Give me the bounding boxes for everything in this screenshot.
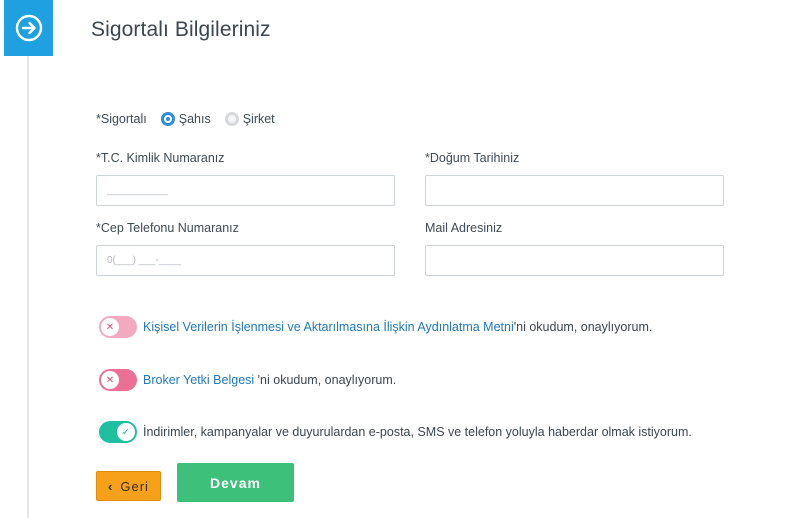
page-title: Sigortalı Bilgileriniz — [91, 18, 271, 41]
tc-id-input[interactable] — [96, 175, 395, 206]
broker-link[interactable]: Broker Yetki Belgesi — [143, 373, 254, 387]
kvkk-toggle[interactable]: ✕ — [99, 316, 137, 338]
phone-label: *Cep Telefonu Numaranız — [96, 221, 239, 235]
marketing-text: İndirimler, kampanyalar ve duyurulardan … — [143, 425, 692, 439]
close-icon: ✕ — [101, 318, 119, 336]
phone-input[interactable] — [96, 245, 395, 276]
radio-individual[interactable]: Şahıs — [160, 112, 211, 126]
radio-selected-icon[interactable] — [160, 112, 175, 126]
mail-input[interactable] — [425, 245, 724, 276]
insured-type-group: *Sigortalı Şahıs Şirket — [96, 109, 289, 129]
step-timeline-line — [27, 56, 29, 518]
broker-text: 'ni okudum, onaylıyorum. — [254, 373, 397, 387]
radio-individual-label: Şahıs — [178, 112, 211, 126]
consent-row-broker: ✕ Broker Yetki Belgesi 'ni okudum, onayl… — [99, 369, 396, 391]
consent-row-kvkk: ✕ Kişisel Verilerin İşlenmesi ve Aktarıl… — [99, 316, 652, 338]
radio-company[interactable]: Şirket — [224, 112, 275, 126]
arrow-right-circle-icon — [15, 14, 42, 42]
close-icon: ✕ — [101, 371, 119, 389]
next-button[interactable]: Devam — [177, 463, 294, 502]
kvkk-text: 'ni okudum, onaylıyorum. — [513, 320, 653, 334]
broker-toggle[interactable]: ✕ — [99, 369, 137, 391]
next-button-label: Devam — [210, 474, 261, 491]
back-button-label: Geri — [120, 478, 149, 494]
chevron-left-icon: ‹ — [108, 478, 114, 494]
kvkk-link[interactable]: Kişisel Verilerin İşlenmesi ve Aktarılma… — [143, 320, 514, 334]
birth-date-input[interactable] — [425, 175, 724, 206]
radio-company-label: Şirket — [242, 112, 275, 126]
consent-row-marketing: ✓ İndirimler, kampanyalar ve duyurularda… — [99, 421, 692, 443]
tc-id-label: *T.C. Kimlik Numaranız — [96, 151, 225, 165]
marketing-toggle[interactable]: ✓ — [99, 421, 137, 443]
step-badge — [4, 0, 53, 56]
insured-type-label: *Sigortalı — [96, 112, 147, 126]
birth-date-label: *Doğum Tarihiniz — [425, 151, 520, 165]
mail-label: Mail Adresiniz — [425, 221, 503, 235]
back-button[interactable]: ‹ Geri — [96, 471, 161, 501]
radio-unselected-icon[interactable] — [224, 112, 239, 126]
check-icon: ✓ — [117, 423, 135, 441]
